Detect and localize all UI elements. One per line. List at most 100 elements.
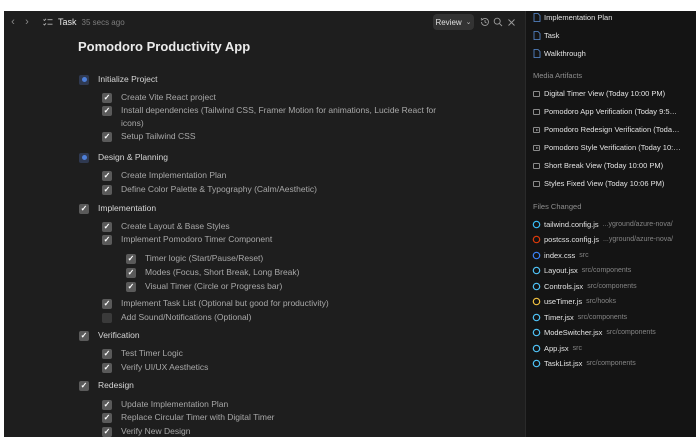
checked-checkbox[interactable]: ✓ [79, 380, 89, 391]
image-icon [532, 179, 541, 188]
media-artifact-item[interactable]: Digital Timer View (Today 10:00 PM) [532, 87, 694, 100]
checklist-item: ✓ Setup Tailwind CSS [102, 130, 196, 143]
react-icon [532, 266, 541, 275]
checked-checkbox[interactable]: ✓ [126, 281, 136, 292]
forward-arrow-icon[interactable]: › [20, 13, 34, 31]
checked-checkbox[interactable]: ✓ [102, 131, 112, 142]
react-icon [532, 282, 541, 291]
checked-checkbox[interactable]: ✓ [102, 170, 112, 181]
media-artifact-label: Pomodoro Redesign Verification (Toda… [544, 125, 680, 134]
checked-checkbox[interactable]: ✓ [102, 399, 112, 410]
media-artifact-item[interactable]: Styles Fixed View (Today 10:06 PM) [532, 177, 694, 190]
changed-file-item[interactable]: tailwind.config.js ...yground/azure-nova/ [532, 218, 694, 231]
document-icon [532, 13, 541, 22]
checklist-item-label: Install dependencies (Tailwind CSS, Fram… [121, 105, 437, 128]
checklist-item: ✓ Visual Timer (Circle or Progress bar) [126, 280, 282, 293]
postcss-icon [532, 235, 541, 244]
changed-file-item[interactable]: index.css src [532, 249, 694, 262]
artifacts-sidebar: Implementation Plan Task Walkthrough Media… [525, 11, 696, 437]
file-name: ModeSwitcher.jsx [544, 328, 603, 337]
file-name: Layout.jsx [544, 266, 578, 275]
checked-checkbox[interactable]: ✓ [102, 426, 112, 437]
checklist-item-label: Visual Timer (Circle or Progress bar) [145, 281, 283, 291]
artifact-item[interactable]: Task [532, 29, 694, 42]
file-name: useTimer.js [544, 297, 583, 306]
checklist-item-label: Replace Circular Timer with Digital Time… [121, 412, 275, 422]
checked-checkbox[interactable]: ✓ [102, 105, 112, 116]
back-arrow-icon[interactable]: ‹ [6, 13, 20, 31]
media-artifact-item[interactable]: Pomodoro App Verification (Today 9:5… [532, 105, 694, 118]
files-changed-heading: Files Changed [533, 202, 582, 211]
close-icon[interactable] [505, 15, 517, 29]
task-title: Task [58, 17, 77, 27]
file-path: src/components [606, 329, 656, 336]
artifact-label: Implementation Plan [544, 13, 613, 22]
media-artifact-item[interactable]: Pomodoro Redesign Verification (Toda… [532, 123, 694, 136]
media-artifact-label: Pomodoro Style Verification (Today 10:… [544, 143, 681, 152]
file-path: src/hooks [586, 298, 617, 305]
changed-file-item[interactable]: postcss.config.js ...yground/azure-nova/ [532, 233, 694, 246]
changed-file-item[interactable]: TaskList.jsx src/components [532, 357, 694, 370]
checklist-item-label: Setup Tailwind CSS [121, 131, 196, 141]
css-icon [532, 251, 541, 260]
checked-checkbox[interactable]: ✓ [102, 221, 112, 232]
file-path: ...yground/azure-nova/ [603, 236, 674, 243]
file-path: src/components [577, 314, 628, 321]
media-artifact-item[interactable]: Pomodoro Style Verification (Today 10:… [532, 141, 694, 154]
checklist-item: ✓ Implement Task List (Optional but good … [102, 297, 329, 310]
history-icon[interactable] [479, 15, 491, 29]
review-dropdown-button[interactable]: Review ⌄ [433, 14, 474, 30]
media-artifact-label: Short Break View (Today 10:00 PM) [544, 161, 664, 170]
checklist-item-label: Create Implementation Plan [121, 170, 227, 180]
checked-checkbox[interactable]: ✓ [102, 92, 112, 103]
artifact-label: Walkthrough [544, 49, 586, 58]
checked-checkbox[interactable]: ✓ [126, 253, 136, 264]
react-icon [532, 359, 541, 368]
checked-checkbox[interactable]: ✓ [102, 234, 112, 245]
changed-file-item[interactable]: useTimer.js src/hooks [532, 295, 694, 308]
in-progress-checkbox[interactable] [79, 74, 89, 85]
checked-checkbox[interactable]: ✓ [102, 348, 112, 359]
checklist-item: ✓ Create Implementation Plan [102, 169, 226, 182]
checklist-item: Add Sound/Notifications (Optional) [102, 311, 251, 324]
checked-checkbox[interactable]: ✓ [102, 362, 112, 373]
file-name: postcss.config.js [544, 235, 600, 244]
checked-checkbox[interactable]: ✓ [102, 298, 112, 309]
artifact-item[interactable]: Implementation Plan [532, 11, 694, 24]
file-path: src/components [587, 283, 637, 290]
media-artifact-item[interactable]: Short Break View (Today 10:00 PM) [532, 159, 694, 172]
checklist-item: ✓ Install dependencies (Tailwind CSS, Fra… [102, 104, 451, 130]
checklist-item: ✓ Create Vite React project [102, 91, 216, 104]
checked-checkbox[interactable]: ✓ [102, 184, 112, 195]
changed-file-item[interactable]: Timer.jsx src/components [532, 311, 694, 324]
checklist-item-label: Modes (Focus, Short Break, Long Break) [145, 267, 300, 277]
artifact-label: Task [544, 31, 560, 40]
checked-checkbox[interactable]: ✓ [79, 203, 89, 214]
changed-file-item[interactable]: Layout.jsx src/components [532, 264, 694, 277]
checklist-item: ✓ Implement Pomodoro Timer Component [102, 233, 272, 246]
media-artifacts-heading: Media Artifacts [533, 71, 583, 80]
checked-checkbox[interactable]: ✓ [126, 267, 136, 278]
checklist-item: ✓ Update Implementation Plan [102, 398, 228, 411]
checked-checkbox[interactable]: ✓ [102, 412, 112, 423]
video-icon [532, 125, 541, 134]
file-path: src/components [586, 360, 636, 367]
unchecked-checkbox[interactable] [102, 312, 112, 323]
react-icon [532, 328, 541, 337]
checklist-item: ✓ Verify New Design [102, 425, 190, 437]
checklist-item: ✓ Modes (Focus, Short Break, Long Break) [126, 266, 300, 279]
changed-file-item[interactable]: Controls.jsx src/components [532, 280, 694, 293]
changed-file-item[interactable]: App.jsx src [532, 342, 694, 355]
changed-file-item[interactable]: ModeSwitcher.jsx src/components [532, 326, 694, 339]
checklist-item-label: Design & Planning [98, 152, 168, 162]
file-name: index.css [544, 251, 576, 260]
artifact-item[interactable]: Walkthrough [532, 47, 694, 60]
checklist-item: ✓ Replace Circular Timer with Digital Tim… [102, 411, 275, 424]
checklist-section: Initialize Project [79, 73, 158, 86]
checked-checkbox[interactable]: ✓ [79, 330, 89, 341]
chevron-down-icon: ⌄ [465, 19, 472, 26]
in-progress-checkbox[interactable] [79, 152, 89, 163]
search-icon[interactable] [492, 15, 504, 29]
file-path: src/components [581, 267, 632, 274]
checklist-item: ✓ Create Layout & Base Styles [102, 220, 230, 233]
